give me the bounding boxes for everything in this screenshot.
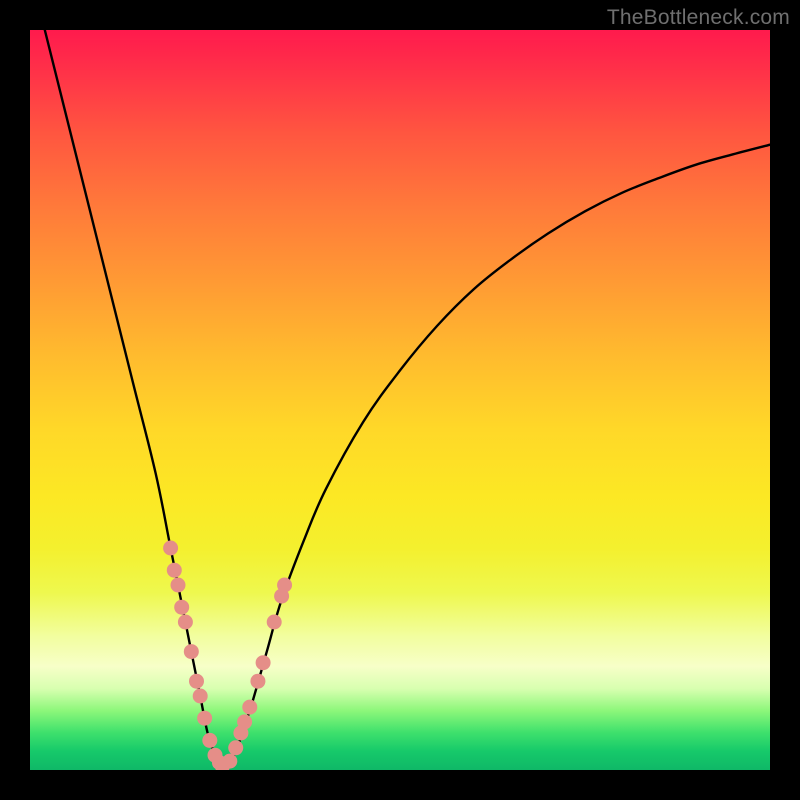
data-dot	[163, 541, 178, 556]
data-dot	[237, 714, 252, 729]
data-dot	[202, 733, 217, 748]
data-dot	[171, 578, 186, 593]
data-dot	[193, 689, 208, 704]
watermark-text: TheBottleneck.com	[607, 6, 790, 30]
curve-dots	[163, 541, 292, 771]
data-dot	[222, 754, 237, 769]
v-curve	[45, 30, 770, 770]
data-dot	[178, 615, 193, 630]
data-dot	[256, 655, 271, 670]
data-dot	[167, 563, 182, 578]
data-dot	[189, 674, 204, 689]
data-dot	[197, 711, 212, 726]
data-dot	[267, 615, 282, 630]
data-dot	[174, 600, 189, 615]
chart-stage: TheBottleneck.com	[0, 0, 800, 800]
plot-area	[30, 30, 770, 770]
data-dot	[184, 644, 199, 659]
data-dot	[242, 700, 257, 715]
data-dot	[277, 578, 292, 593]
data-dot	[250, 674, 265, 689]
data-dot	[228, 740, 243, 755]
curve-overlay	[30, 30, 770, 770]
